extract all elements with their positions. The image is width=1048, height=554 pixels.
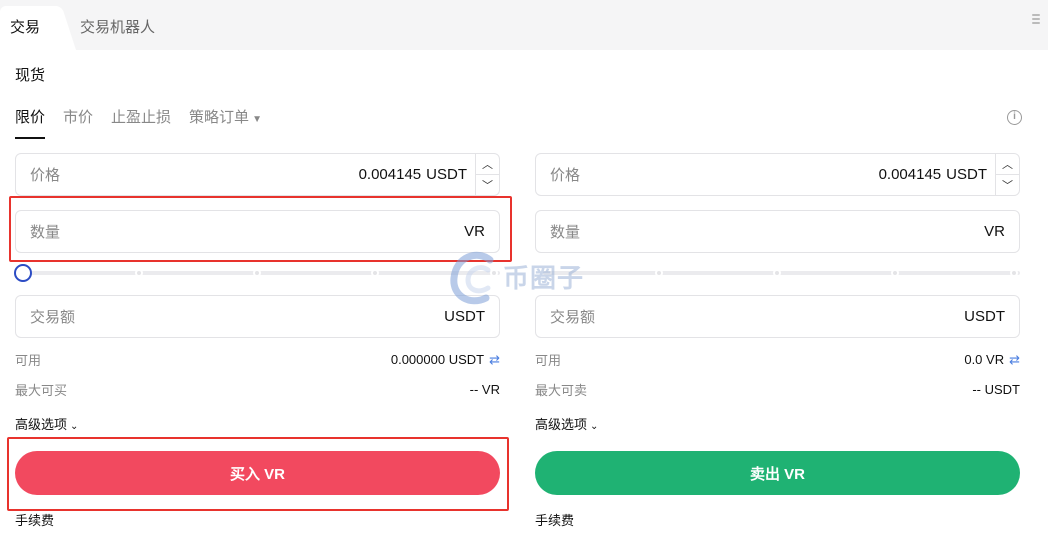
- buy-quantity-unit: VR: [464, 223, 485, 240]
- sell-quantity-field[interactable]: 数量 VR: [535, 210, 1020, 253]
- buy-price-value[interactable]: 0.004145: [359, 166, 422, 183]
- caret-down-icon: ▼: [252, 114, 262, 125]
- tab-trade[interactable]: 交易: [0, 6, 62, 50]
- info-icon[interactable]: i: [1007, 110, 1022, 125]
- transfer-icon[interactable]: ⇄: [1009, 352, 1020, 367]
- slider-track[interactable]: [23, 271, 500, 275]
- sell-fee-label: 手续费: [535, 513, 575, 528]
- sell-price-value[interactable]: 0.004145: [879, 166, 942, 183]
- slider-knob[interactable]: [14, 264, 32, 282]
- slider-step-75[interactable]: [371, 269, 379, 277]
- sell-price-unit: USDT: [946, 166, 987, 183]
- sell-price-field[interactable]: 价格 0.004145 USDT ︿ ﹀: [535, 153, 1020, 196]
- sell-button[interactable]: 卖出 VR: [535, 451, 1020, 495]
- buy-max-value: -- VR: [469, 382, 500, 397]
- sell-amount-label: 交易额: [550, 309, 596, 326]
- slider-step-50[interactable]: [773, 269, 781, 277]
- tab-market-order[interactable]: 市价: [63, 107, 93, 139]
- chevron-down-icon: ⌄: [70, 421, 79, 432]
- slider-step-25[interactable]: [655, 269, 663, 277]
- buy-amount-unit: USDT: [444, 308, 485, 325]
- buy-price-label: 价格: [30, 167, 61, 184]
- sell-max-value: -- USDT: [972, 382, 1020, 397]
- slider-track[interactable]: [543, 271, 1020, 275]
- buy-amount-field[interactable]: 交易额 USDT: [15, 295, 500, 338]
- sell-max-label: 最大可卖: [535, 383, 588, 398]
- slider-step-100[interactable]: [1010, 269, 1018, 277]
- sell-amount-unit: USDT: [964, 308, 1005, 325]
- tab-stop-order[interactable]: 止盈止损: [111, 107, 171, 139]
- buy-max-label: 最大可买: [15, 383, 68, 398]
- slider-step-25[interactable]: [135, 269, 143, 277]
- strategy-order-label: 策略订单: [189, 109, 250, 126]
- transfer-icon[interactable]: ⇄: [489, 352, 500, 367]
- sell-advanced-options[interactable]: 高级选项 ⌄: [535, 414, 598, 433]
- sell-quantity-label: 数量: [550, 224, 581, 241]
- sell-price-stepper[interactable]: ︿ ﹀: [995, 154, 1019, 195]
- buy-available-value: 0.000000 USDT: [390, 351, 485, 367]
- chevron-up-icon[interactable]: ︿: [476, 154, 499, 175]
- buy-available-row: 可用 0.000000 USDT ⇄: [15, 350, 500, 369]
- buy-max-row: 最大可买 -- VR: [15, 380, 500, 399]
- buy-available-label: 可用: [15, 353, 42, 368]
- sell-price-label: 价格: [550, 167, 581, 184]
- tab-trading-bot[interactable]: 交易机器人: [80, 6, 155, 50]
- buy-price-field[interactable]: 价格 0.004145 USDT ︿ ﹀: [15, 153, 500, 196]
- top-tab-bar: 交易 交易机器人: [0, 0, 1048, 50]
- buy-fee-label: 手续费: [15, 513, 55, 528]
- buy-quantity-field[interactable]: 数量 VR: [15, 210, 500, 253]
- tab-limit-order[interactable]: 限价: [15, 107, 46, 139]
- chevron-down-icon[interactable]: ﹀: [996, 175, 1019, 195]
- sell-available-row: 可用 0.0 VR ⇄: [535, 350, 1020, 369]
- sell-max-row: 最大可卖 -- USDT: [535, 380, 1020, 399]
- buy-percent-slider[interactable]: [14, 264, 500, 282]
- order-type-tabs: 限价 市价 止盈止损 策略订单 ▼: [15, 107, 262, 139]
- sell-percent-slider[interactable]: [535, 264, 1020, 282]
- slider-step-75[interactable]: [891, 269, 899, 277]
- buy-button[interactable]: 买入 VR: [15, 451, 500, 495]
- chevron-up-icon[interactable]: ︿: [996, 154, 1019, 175]
- menu-handle-icon[interactable]: [1032, 14, 1040, 26]
- sell-amount-field[interactable]: 交易额 USDT: [535, 295, 1020, 338]
- market-type-label: 现货: [15, 67, 46, 84]
- slider-step-50[interactable]: [253, 269, 261, 277]
- chevron-down-icon[interactable]: ﹀: [476, 175, 499, 195]
- buy-advanced-label: 高级选项: [15, 417, 68, 432]
- sell-available-value: 0.0 VR: [964, 351, 1005, 367]
- slider-step-100[interactable]: [490, 269, 498, 277]
- buy-price-unit: USDT: [426, 166, 467, 183]
- tab-strategy-order[interactable]: 策略订单 ▼: [189, 107, 262, 139]
- sell-quantity-unit: VR: [984, 223, 1005, 240]
- buy-price-stepper[interactable]: ︿ ﹀: [475, 154, 499, 195]
- buy-advanced-options[interactable]: 高级选项 ⌄: [15, 414, 78, 433]
- sell-advanced-label: 高级选项: [535, 417, 588, 432]
- sell-available-label: 可用: [535, 353, 562, 368]
- chevron-down-icon: ⌄: [590, 421, 599, 432]
- buy-quantity-label: 数量: [30, 224, 61, 241]
- buy-amount-label: 交易额: [30, 309, 76, 326]
